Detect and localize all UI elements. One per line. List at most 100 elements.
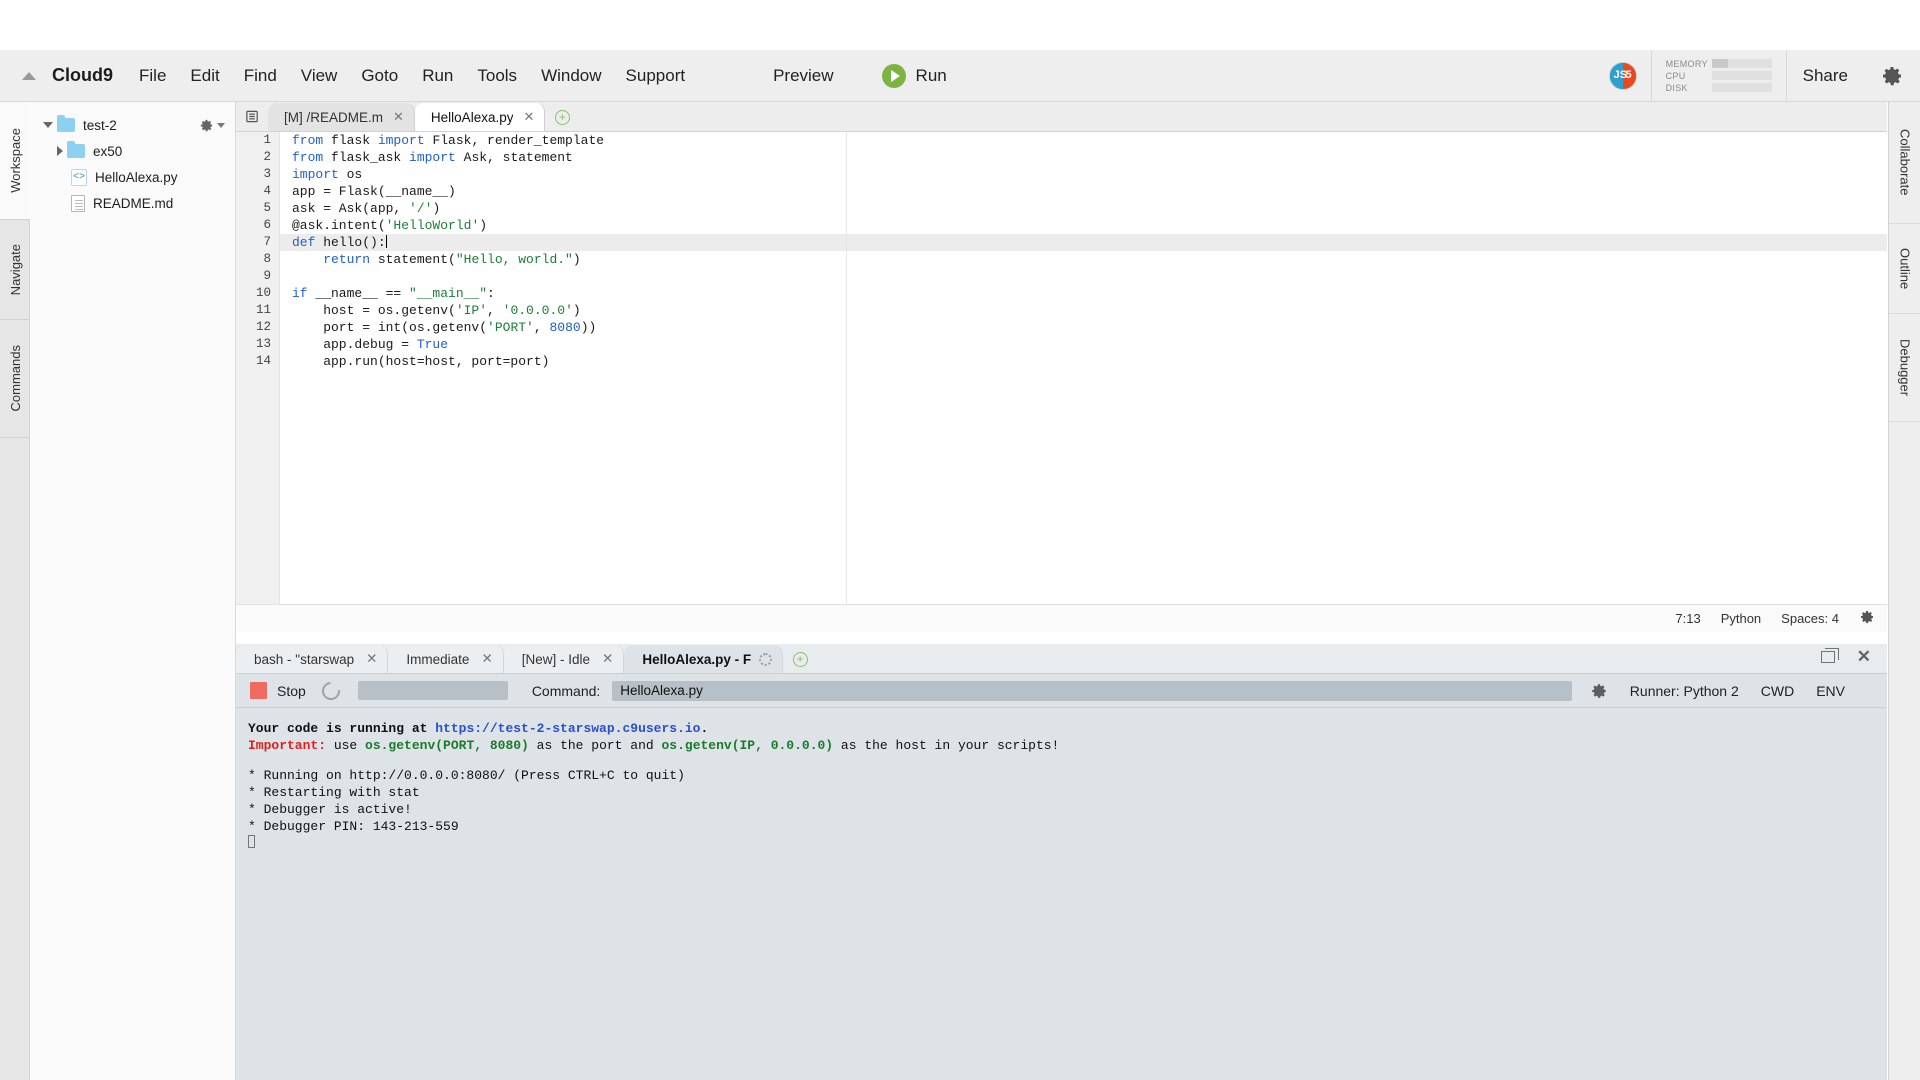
code-line[interactable]: app = Flask(__name__) [280, 183, 1887, 200]
runner-blank-field[interactable] [357, 681, 508, 700]
code-line[interactable]: ask = Ask(app, '/') [280, 200, 1887, 217]
settings-gear-icon[interactable] [1864, 50, 1920, 101]
stop-icon[interactable] [250, 682, 267, 699]
file-tree-settings-button[interactable] [199, 118, 225, 133]
line-number: 9 [263, 269, 271, 283]
runner-settings-icon[interactable] [1590, 682, 1608, 700]
run-button[interactable]: Run [881, 63, 947, 88]
tree-row-helloalexa[interactable]: <> HelloAlexa.py [31, 164, 235, 190]
menu-item-support[interactable]: Support [614, 62, 698, 90]
runner-label[interactable]: Runner: Python 2 [1630, 683, 1739, 699]
console-tab[interactable]: bash - "starswap ✕ [236, 645, 389, 673]
code-line[interactable]: from flask_ask import Ask, statement [280, 149, 1887, 166]
important-label: Important: [248, 738, 327, 753]
rail-item-debugger[interactable]: Debugger [1889, 314, 1920, 422]
editor-settings-gear-icon[interactable] [1859, 609, 1875, 628]
command-label: Command: [531, 682, 601, 699]
console-tab[interactable]: Immediate ✕ [388, 645, 504, 673]
menu-item-tools[interactable]: Tools [465, 62, 529, 90]
tree-item-label: HelloAlexa.py [95, 169, 178, 185]
close-icon[interactable]: ✕ [366, 651, 377, 667]
line-number: 14 [255, 354, 271, 368]
meter-memory: MEMORY [1666, 59, 1772, 69]
editor-tab-label: HelloAlexa.py [430, 109, 514, 125]
close-icon[interactable]: ✕ [602, 651, 613, 667]
document-file-icon [71, 194, 85, 212]
plus-icon: + [554, 109, 570, 125]
running-at-prefix: Your code is running at [248, 721, 436, 736]
menu-item-file[interactable]: File [127, 62, 178, 90]
avatar[interactable]: JS 5 [1608, 61, 1637, 90]
cwd-button[interactable]: CWD [1761, 683, 1794, 699]
running-at-suffix: . [700, 721, 709, 736]
line-number-gutter: 1 2 3 4 5 6 7 8 9 10 11 12 13 14 [236, 132, 280, 604]
chevron-down-icon[interactable] [43, 122, 53, 128]
env-button[interactable]: ENV [1816, 683, 1845, 699]
tree-row-ex50[interactable]: ex50 [31, 138, 235, 164]
restart-icon[interactable] [318, 677, 344, 704]
console-tab[interactable]: [New] - Idle ✕ [503, 645, 625, 673]
stop-button-label[interactable]: Stop [277, 683, 306, 699]
code-line[interactable]: host = os.getenv('IP', '0.0.0.0') [280, 302, 1887, 319]
rail-item-outline-label: Outline [1897, 247, 1913, 290]
language-mode[interactable]: Python [1721, 611, 1761, 626]
code-line[interactable]: @ask.intent('HelloWorld') [280, 217, 1887, 234]
window-top-strip [0, 0, 1920, 50]
menu-item-edit[interactable]: Edit [178, 62, 231, 90]
chevron-right-icon[interactable] [57, 146, 63, 156]
code-line[interactable]: port = int(os.getenv('PORT', 8080)) [280, 319, 1887, 336]
new-tab-button[interactable]: + [545, 103, 579, 131]
terminal-line: * Debugger PIN: 143-213-559 [248, 819, 459, 834]
code-line[interactable]: def hello(): [280, 234, 1887, 251]
rail-item-navigate[interactable]: Navigate [0, 220, 30, 320]
code-line[interactable]: app.debug = True [280, 336, 1887, 353]
code-editor[interactable]: 1 2 3 4 5 6 7 8 9 10 11 12 13 14 from flask import Fl… [236, 132, 1887, 604]
tree-row-root[interactable]: test-2 [31, 112, 235, 138]
code-line[interactable]: return statement("Hello, world.") [280, 251, 1887, 268]
share-button[interactable]: Share [1785, 50, 1864, 101]
code-line[interactable] [280, 268, 1887, 285]
menu-item-goto[interactable]: Goto [349, 62, 410, 90]
console-tab-label: bash - "starswap [254, 651, 355, 667]
preview-button[interactable]: Preview [763, 62, 843, 90]
rail-item-outline[interactable]: Outline [1889, 224, 1920, 314]
rail-item-workspace-label: Workspace [7, 128, 23, 193]
editor-tab-helloalexa[interactable]: HelloAlexa.py ✕ [414, 103, 546, 131]
code-line[interactable]: app.run(host=host, port=port) [280, 353, 1887, 370]
rail-item-workspace[interactable]: Workspace [0, 102, 30, 220]
important-text-b: as the port and [528, 738, 662, 753]
tree-item-label: test-2 [83, 117, 117, 133]
close-icon[interactable]: ✕ [523, 109, 534, 125]
rail-item-collaborate[interactable]: Collaborate [1889, 102, 1920, 224]
tab-list-icon[interactable] [236, 101, 268, 131]
close-icon[interactable]: ✕ [481, 651, 492, 667]
close-console-icon[interactable]: ✕ [1857, 647, 1871, 667]
code-line[interactable]: if __name__ == "__main__": [280, 285, 1887, 302]
code-line[interactable]: import os [280, 166, 1887, 183]
line-number: 7 [263, 235, 271, 249]
menu-item-window[interactable]: Window [529, 62, 613, 90]
left-rail: Workspace Navigate Commands [0, 102, 30, 1080]
maximize-icon[interactable] [1820, 648, 1839, 663]
editor-pane: [M] /README.m ✕ HelloAlexa.py ✕ + 123456… [236, 102, 1887, 632]
menu-item-run[interactable]: Run [410, 62, 465, 90]
close-icon[interactable]: ✕ [393, 109, 404, 125]
code-content[interactable]: from flask import Flask, render_template… [280, 132, 1887, 604]
terminal-output[interactable]: Your code is running at https://test-2-s… [236, 708, 1887, 853]
meter-memory-track [1711, 59, 1772, 68]
chevron-down-small-icon [217, 122, 225, 128]
code-line[interactable]: from flask import Flask, render_template [280, 132, 1887, 149]
tree-row-readme[interactable]: README.md [31, 190, 235, 216]
terminal-cursor [248, 835, 1887, 853]
new-console-tab-button[interactable]: + [783, 645, 817, 673]
workspace-url[interactable]: https://test-2-starswap.c9users.io [435, 721, 700, 736]
command-input[interactable] [612, 680, 1572, 701]
menu-item-view[interactable]: View [289, 62, 350, 90]
indent-setting[interactable]: Spaces: 4 [1781, 611, 1839, 626]
console-tab[interactable]: HelloAlexa.py - F [624, 645, 784, 673]
rail-item-commands[interactable]: Commands [0, 320, 30, 438]
collapse-menu-button[interactable] [12, 71, 46, 80]
menu-item-find[interactable]: Find [232, 62, 289, 90]
console-tab-label: HelloAlexa.py - F [642, 651, 752, 667]
editor-tab-readme[interactable]: [M] /README.m ✕ [268, 103, 415, 131]
